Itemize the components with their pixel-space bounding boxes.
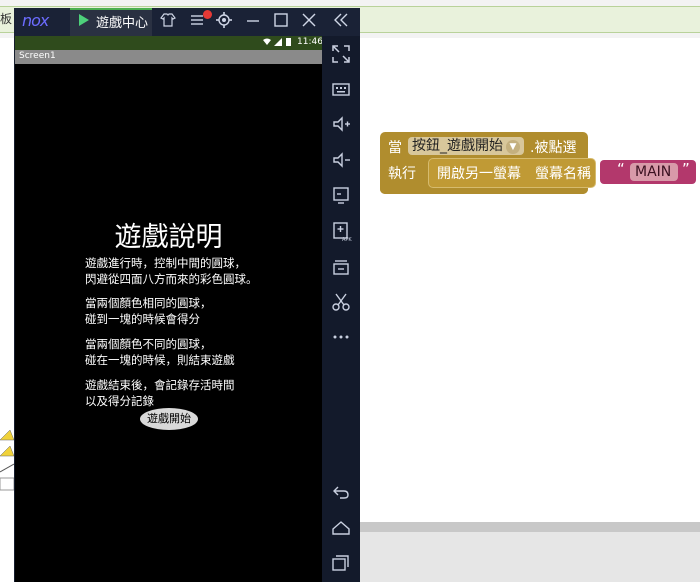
scissors-icon[interactable]: [330, 291, 352, 313]
event-name-label: .被點選: [530, 140, 577, 156]
string-value: MAIN: [635, 164, 672, 180]
volume-down-icon[interactable]: [330, 149, 352, 171]
component-dropdown[interactable]: 按鈕_遊戲開始 ▼: [408, 137, 524, 155]
keyboard-icon[interactable]: [330, 78, 352, 100]
screen-name-param-label: 螢幕名稱: [535, 166, 591, 182]
when-label: 當: [388, 140, 402, 156]
instructions-paragraph-3: 當兩個顏色不同的圓球， 碰在一塊的時候，則結束遊戲: [85, 337, 235, 367]
instructions-paragraph-2: 當兩個顏色相同的圓球， 碰到一塊的時候會得分: [85, 296, 212, 326]
nox-logo: nox: [22, 11, 49, 30]
play-store-icon: [79, 14, 89, 26]
apk-install-icon[interactable]: APK: [330, 220, 352, 242]
instructions-paragraph-4: 遊戲結束後，會記錄存活時間 以及得分記錄: [85, 378, 235, 408]
screen-icon[interactable]: [330, 184, 352, 206]
home-icon[interactable]: [330, 517, 352, 539]
battery-icon: [286, 38, 291, 46]
workspace-horizontal-scrollbar[interactable]: [358, 522, 700, 532]
left-tab-label[interactable]: 板: [0, 10, 14, 30]
close-quote: ”: [682, 160, 690, 178]
open-quote: “: [617, 160, 625, 178]
shirt-icon[interactable]: [158, 10, 178, 30]
warning-icon[interactable]: [0, 428, 15, 498]
status-icons: [262, 37, 294, 51]
svg-text:APK: APK: [342, 237, 352, 242]
status-time: 11:46: [297, 37, 323, 47]
workspace-footer: [358, 532, 700, 582]
collapse-icon[interactable]: [331, 10, 351, 30]
multi-instance-icon[interactable]: [330, 256, 352, 278]
instructions-heading: 遊戲說明: [114, 222, 223, 253]
instructions-paragraph-1: 遊戲進行時，控制中間的圓球， 閃避從四面八方而來的彩色圓球。: [85, 256, 258, 286]
palette-icons[interactable]: [0, 428, 15, 498]
volume-up-icon[interactable]: [330, 113, 352, 135]
app-title-bar: [15, 50, 322, 64]
start-game-button[interactable]: 遊戲開始: [140, 408, 198, 430]
open-screen-label: 開啟另一螢幕: [437, 166, 521, 182]
blocks-workspace[interactable]: [358, 38, 700, 522]
gear-icon[interactable]: [214, 10, 234, 30]
close-icon[interactable]: [299, 10, 319, 30]
maximize-icon[interactable]: [271, 10, 291, 30]
tab-game-center-label: 遊戲中心: [96, 16, 149, 31]
app-screen-title: Screen1: [19, 51, 56, 61]
chevron-down-icon: ▼: [506, 140, 520, 154]
fullscreen-icon[interactable]: [330, 43, 352, 65]
component-name: 按鈕_遊戲開始: [412, 138, 503, 154]
wifi-icon: [263, 38, 271, 45]
notification-badge: [203, 10, 212, 19]
recent-apps-icon[interactable]: [330, 552, 352, 574]
back-icon[interactable]: [330, 481, 352, 503]
do-label: 執行: [388, 166, 416, 182]
blocks-palette-panel: [0, 38, 15, 582]
signal-icon: [274, 38, 282, 46]
more-icon[interactable]: [330, 326, 352, 348]
minimize-icon[interactable]: [243, 10, 263, 30]
